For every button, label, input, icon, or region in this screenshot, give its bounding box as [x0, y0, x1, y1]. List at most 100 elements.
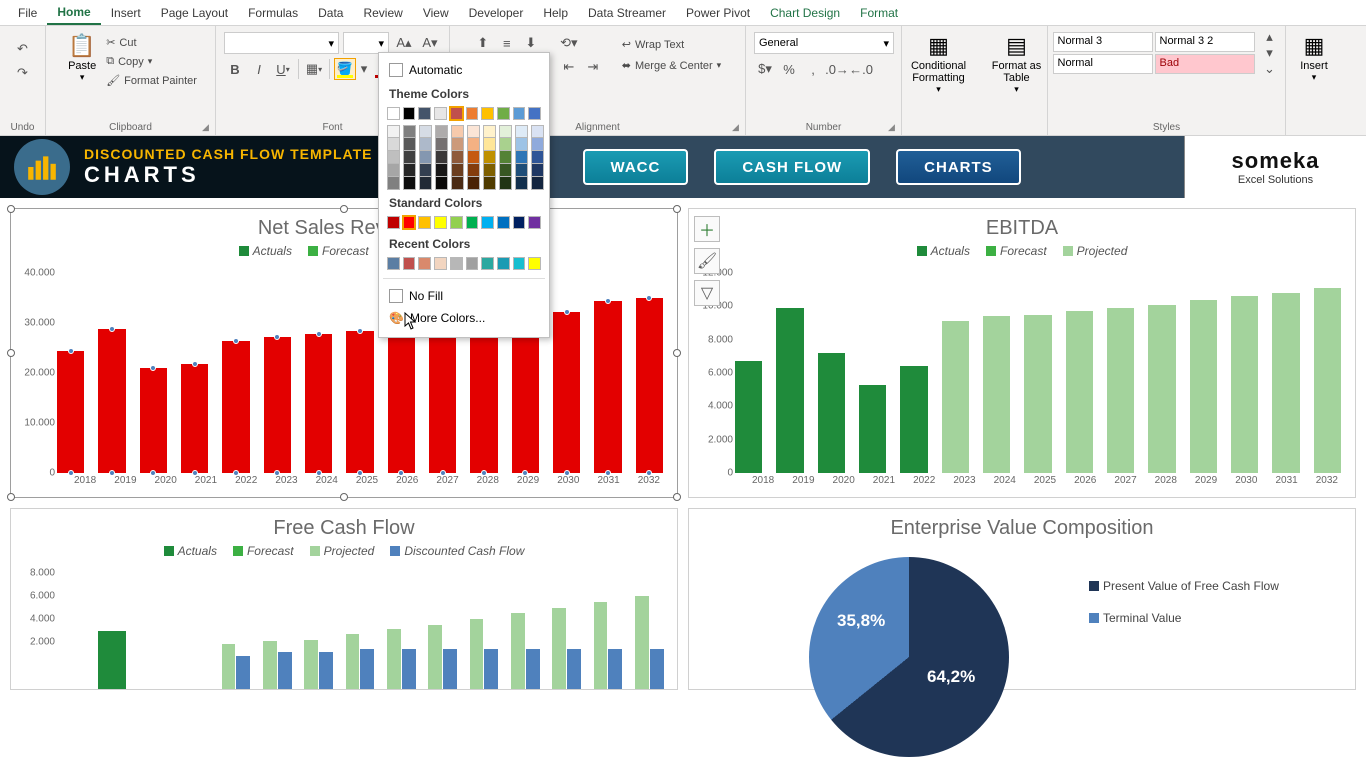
increase-font-button[interactable]: A▴	[393, 32, 415, 54]
color-swatch[interactable]	[513, 257, 526, 270]
color-swatch[interactable]	[467, 151, 480, 164]
color-swatch[interactable]	[499, 125, 512, 138]
chart-ebitda[interactable]: EBITDA ActualsForecastProjected 02.0004.…	[688, 208, 1356, 498]
color-swatch[interactable]	[419, 138, 432, 151]
borders-button[interactable]: ▦▾	[303, 58, 325, 80]
color-swatch[interactable]	[497, 257, 510, 270]
color-swatch[interactable]	[451, 151, 464, 164]
format-as-table-button[interactable]: ▤ Format as Table▾	[983, 30, 1051, 97]
comma-format-button[interactable]: ,	[802, 58, 824, 80]
color-swatch[interactable]	[451, 177, 464, 190]
cp-automatic[interactable]: Automatic	[387, 59, 541, 81]
color-swatch[interactable]	[528, 257, 541, 270]
color-swatch[interactable]	[387, 177, 400, 190]
tab-developer[interactable]: Developer	[459, 2, 534, 24]
color-swatch[interactable]	[515, 164, 528, 177]
color-swatch[interactable]	[419, 177, 432, 190]
chart-styles-button[interactable]: 🖌	[694, 248, 720, 274]
color-swatch[interactable]	[531, 151, 544, 164]
color-swatch[interactable]	[450, 107, 463, 120]
color-swatch[interactable]	[483, 177, 496, 190]
color-swatch[interactable]	[435, 164, 448, 177]
tab-data[interactable]: Data	[308, 2, 353, 24]
format-painter-button[interactable]: 🖌Format Painter	[104, 72, 199, 89]
styles-scroll-down[interactable]: ▾	[1259, 46, 1281, 60]
color-swatch[interactable]	[419, 151, 432, 164]
color-swatch[interactable]	[387, 151, 400, 164]
color-swatch[interactable]	[403, 125, 416, 138]
align-middle-button[interactable]: ≡	[496, 32, 518, 54]
tab-formulas[interactable]: Formulas	[238, 2, 308, 24]
align-top-button[interactable]: ⬆	[472, 32, 494, 54]
color-swatch[interactable]	[434, 216, 447, 229]
color-swatch[interactable]	[387, 164, 400, 177]
chart-net-sales[interactable]: Net Sales Revenue ActualsForecastProject…	[10, 208, 678, 498]
color-swatch[interactable]	[419, 164, 432, 177]
chart-elements-button[interactable]: ＋	[694, 216, 720, 242]
color-swatch[interactable]	[387, 138, 400, 151]
color-swatch[interactable]	[481, 107, 494, 120]
tab-chart-design[interactable]: Chart Design	[760, 2, 850, 24]
font-size-input[interactable]: ▾	[343, 32, 389, 54]
color-swatch[interactable]	[467, 177, 480, 190]
undo-button[interactable]: ↶	[12, 38, 34, 60]
align-bottom-button[interactable]: ⬇	[520, 32, 542, 54]
nav-charts[interactable]: CHARTS	[896, 149, 1021, 185]
decrease-decimal-button[interactable]: ←.0	[850, 58, 872, 80]
color-swatch[interactable]	[483, 125, 496, 138]
style-normal3[interactable]: Normal 3	[1053, 32, 1153, 52]
color-swatch[interactable]	[481, 216, 494, 229]
tab-power-pivot[interactable]: Power Pivot	[676, 2, 760, 24]
color-swatch[interactable]	[467, 125, 480, 138]
color-swatch[interactable]	[387, 216, 400, 229]
style-normal[interactable]: Normal	[1053, 54, 1153, 74]
increase-indent-button[interactable]: ⇥	[582, 56, 604, 78]
color-swatch[interactable]	[483, 138, 496, 151]
color-swatch[interactable]	[499, 164, 512, 177]
color-swatch[interactable]	[450, 216, 463, 229]
italic-button[interactable]: I	[248, 58, 270, 80]
copy-button[interactable]: ⧉Copy▾	[104, 53, 199, 70]
color-swatch[interactable]	[467, 138, 480, 151]
fill-color-dropdown[interactable]: ▾	[358, 58, 370, 80]
number-dialog-launcher[interactable]: ◢	[888, 122, 898, 132]
color-swatch[interactable]	[513, 107, 526, 120]
color-swatch[interactable]	[435, 151, 448, 164]
color-swatch[interactable]	[387, 257, 400, 270]
color-swatch[interactable]	[403, 164, 416, 177]
tab-page-layout[interactable]: Page Layout	[151, 2, 238, 24]
color-swatch[interactable]	[435, 138, 448, 151]
tab-help[interactable]: Help	[533, 2, 578, 24]
color-swatch[interactable]	[515, 138, 528, 151]
color-swatch[interactable]	[434, 107, 447, 120]
color-swatch[interactable]	[403, 151, 416, 164]
color-swatch[interactable]	[451, 138, 464, 151]
color-swatch[interactable]	[483, 164, 496, 177]
tab-insert[interactable]: Insert	[101, 2, 151, 24]
color-swatch[interactable]	[403, 138, 416, 151]
color-swatch[interactable]	[419, 125, 432, 138]
color-swatch[interactable]	[499, 151, 512, 164]
color-swatch[interactable]	[513, 216, 526, 229]
cell-styles-gallery[interactable]: Normal 3 Normal 3 2 Normal Bad	[1053, 32, 1255, 74]
color-swatch[interactable]	[515, 125, 528, 138]
conditional-formatting-button[interactable]: ▦ Conditional Formatting▾	[899, 30, 979, 97]
color-swatch[interactable]	[435, 125, 448, 138]
color-swatch[interactable]	[531, 164, 544, 177]
color-swatch[interactable]	[434, 257, 447, 270]
color-swatch[interactable]	[403, 177, 416, 190]
nav-cash-flow[interactable]: CASH FLOW	[714, 149, 870, 185]
cp-no-fill[interactable]: No Fill	[387, 285, 541, 307]
tab-format[interactable]: Format	[850, 2, 908, 24]
alignment-dialog-launcher[interactable]: ◢	[732, 122, 742, 132]
tab-home[interactable]: Home	[47, 1, 100, 25]
style-normal32[interactable]: Normal 3 2	[1155, 32, 1255, 52]
merge-center-button[interactable]: ⬌Merge & Center▾	[620, 57, 723, 74]
decrease-indent-button[interactable]: ⇤	[558, 56, 580, 78]
color-swatch[interactable]	[528, 107, 541, 120]
color-swatch[interactable]	[418, 216, 431, 229]
color-swatch[interactable]	[497, 107, 510, 120]
color-swatch[interactable]	[418, 257, 431, 270]
tab-review[interactable]: Review	[353, 2, 412, 24]
color-swatch[interactable]	[387, 107, 400, 120]
